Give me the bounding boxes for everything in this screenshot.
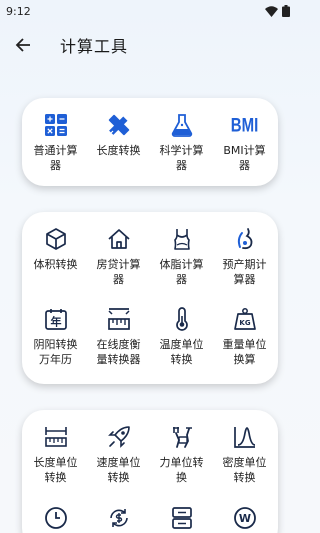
tool-label: 速度单位转换 <box>96 456 141 484</box>
tool-standard-calculator[interactable]: 普通计算器 <box>24 98 87 186</box>
tool-due-date-calculator[interactable]: 预产期计算器 <box>213 212 276 298</box>
weight-icon-text: KG <box>239 319 250 327</box>
tool-label: 长度单位转换 <box>33 456 78 484</box>
data-storage-icon <box>171 507 192 529</box>
tool-time-unit-conversion[interactable] <box>24 505 87 533</box>
tool-label: 房贷计算器 <box>96 258 141 286</box>
tool-label: 体脂计算器 <box>159 258 204 286</box>
cube-icon <box>45 228 66 250</box>
tool-scientific-calculator[interactable]: 科学计算器 <box>150 98 213 186</box>
thermometer-icon <box>175 307 188 331</box>
tool-force-unit-conversion[interactable]: 力单位转换 <box>150 410 213 500</box>
tool-speed-unit-conversion[interactable]: 速度单位转换 <box>87 410 150 500</box>
tool-length-unit-conversion[interactable]: 长度单位转换 <box>24 410 87 500</box>
tool-label: 密度单位转换 <box>222 456 267 484</box>
weight-icon: KG <box>233 308 256 330</box>
bell-curve-icon <box>233 427 255 448</box>
tool-group-life: 体积转换 房贷计算器 体脂计算器 预产期计算器 年 阴阳转换万年历 在线度衡量转… <box>22 212 278 384</box>
back-button[interactable] <box>0 22 46 68</box>
tool-weight-conversion[interactable]: KG 重量单位换算 <box>213 298 276 384</box>
dumbbell-icon <box>172 427 192 448</box>
tool-power-conversion[interactable]: W <box>213 505 276 533</box>
tool-measurement-converter[interactable]: 在线度衡量转换器 <box>87 298 150 384</box>
flask-icon <box>171 114 192 137</box>
power-watt-icon: W <box>233 507 256 529</box>
measure-icon <box>107 308 130 330</box>
tool-label: 科学计算器 <box>159 144 204 172</box>
swimsuit-icon <box>173 229 190 250</box>
calculator-icon <box>44 114 67 136</box>
tool-bmi-calculator[interactable]: BMI BMI计算器 <box>213 98 276 186</box>
tool-volume-conversion[interactable]: 体积转换 <box>24 212 87 298</box>
app-bar: 计算工具 <box>0 22 300 68</box>
status-time: 9:12 <box>6 4 31 18</box>
currency-exchange-icon <box>109 509 128 527</box>
tool-label: 普通计算器 <box>33 144 78 172</box>
tool-label: 长度转换 <box>96 144 141 157</box>
tool-label: 阴阳转换万年历 <box>33 338 78 366</box>
tool-label: 重量单位换算 <box>222 338 267 366</box>
tool-data-storage-conversion[interactable] <box>150 505 213 533</box>
ruler-pencil-icon <box>108 114 129 136</box>
power-watt-icon-text: W <box>238 512 250 525</box>
clock-icon <box>44 507 67 529</box>
tool-temperature-conversion[interactable]: 温度单位转换 <box>150 298 213 384</box>
tool-label: 体积转换 <box>33 258 78 271</box>
tool-currency-conversion[interactable] <box>87 505 150 533</box>
tool-label: 力单位转换 <box>159 456 204 484</box>
tool-mortgage-calculator[interactable]: 房贷计算器 <box>87 212 150 298</box>
battery-icon <box>282 5 290 17</box>
wifi-icon <box>265 5 278 17</box>
tool-label: 温度单位转换 <box>159 338 204 366</box>
tool-label: BMI计算器 <box>223 144 266 172</box>
calendar-icon-text: 年 <box>50 315 61 329</box>
rocket-icon <box>107 426 130 448</box>
page-title: 计算工具 <box>60 37 129 56</box>
house-icon <box>107 229 130 249</box>
tool-density-unit-conversion[interactable]: 密度单位转换 <box>213 410 276 500</box>
tool-length-conversion[interactable]: 长度转换 <box>87 98 150 186</box>
pregnant-icon <box>237 228 252 250</box>
tool-body-fat-calculator[interactable]: 体脂计算器 <box>150 212 213 298</box>
tool-label: 预产期计算器 <box>222 258 267 286</box>
arrow-left-icon <box>15 38 30 52</box>
status-icons <box>265 5 290 17</box>
tool-lunar-calendar[interactable]: 年 阴阳转换万年历 <box>24 298 87 384</box>
tool-label: 在线度衡量转换器 <box>96 338 141 366</box>
ruler-icon <box>44 427 67 447</box>
status-bar: 9:12 <box>0 0 300 22</box>
bmi-icon: BMI <box>230 113 259 137</box>
calendar-icon: 年 <box>44 309 67 330</box>
tool-group-units: 长度单位转换 速度单位转换 力单位转换 密度单位转换 W <box>22 410 278 533</box>
tool-group-basic: 普通计算器 长度转换 科学计算器 BMI BMI计算器 <box>22 98 278 186</box>
